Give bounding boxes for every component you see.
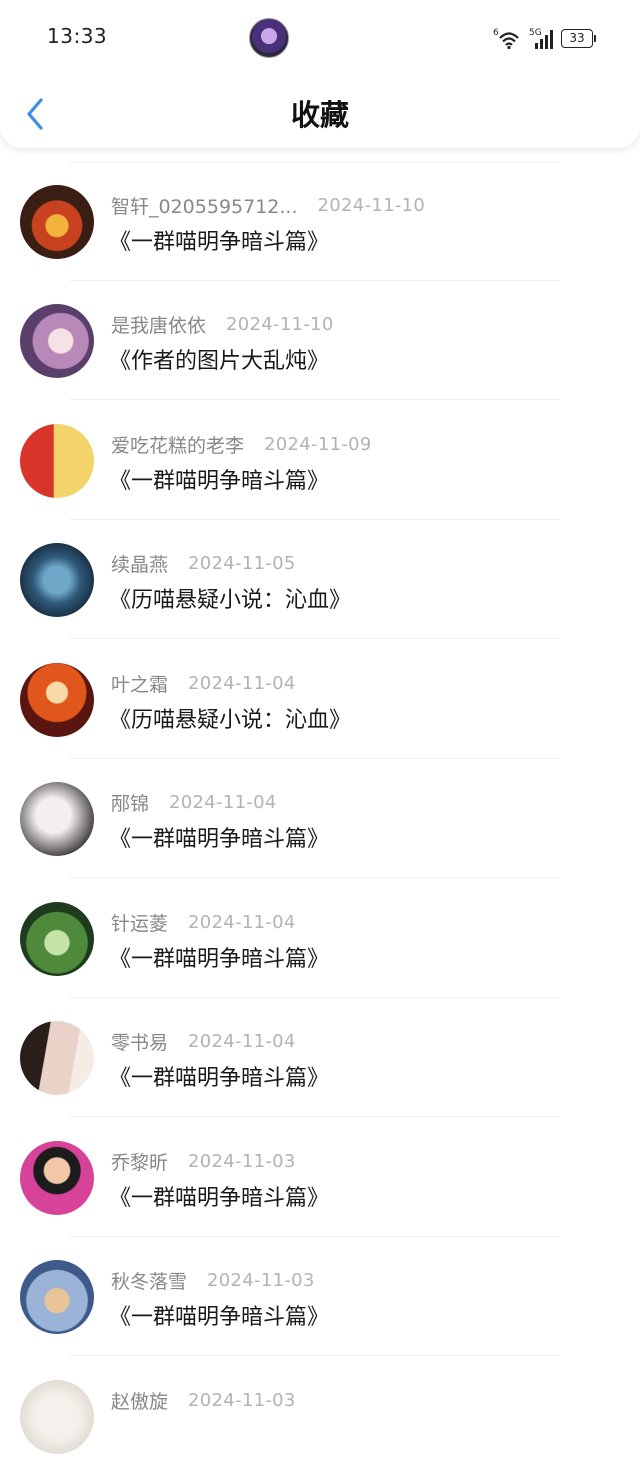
user-name[interactable]: 续晶燕 [111, 550, 168, 577]
user-name[interactable]: 邴锦 [111, 789, 149, 816]
user-name[interactable]: 针运菱 [111, 909, 168, 936]
divider [70, 1116, 560, 1117]
user-name[interactable]: 智轩_0205595712... [111, 192, 298, 219]
date: 2024-11-04 [188, 1030, 296, 1052]
date: 2024-11-10 [226, 313, 334, 335]
date: 2024-11-03 [188, 1389, 296, 1411]
user-name[interactable]: 零书易 [111, 1028, 168, 1055]
user-name[interactable]: 叶之霜 [111, 670, 168, 697]
list-item[interactable]: 秋冬落雪 2024-11-03 《一群喵明争暗斗篇》 [0, 1237, 640, 1356]
work-title[interactable]: 《历喵悬疑小说：沁血》 [109, 702, 351, 734]
avatar[interactable] [20, 902, 94, 976]
work-title[interactable]: 《历喵悬疑小说：沁血》 [109, 582, 351, 614]
avatar[interactable] [20, 424, 94, 498]
avatar[interactable] [20, 1021, 94, 1095]
wifi-icon: 6 [493, 28, 519, 50]
date: 2024-11-04 [188, 672, 296, 694]
list-item[interactable]: 智轩_0205595712... 2024-11-10 《一群喵明争暗斗篇》 [0, 162, 640, 281]
divider [70, 877, 560, 878]
date: 2024-11-10 [317, 194, 426, 216]
avatar[interactable] [20, 185, 94, 259]
date: 2024-11-05 [188, 552, 296, 574]
avatar[interactable] [20, 304, 94, 378]
list-item[interactable]: 是我唐依依 2024-11-10 《作者的图片大乱炖》 [0, 281, 640, 400]
status-time: 13:33 [47, 24, 108, 48]
date: 2024-11-03 [207, 1269, 315, 1291]
battery-level: 33 [561, 28, 593, 48]
battery-icon: 33 [561, 28, 596, 48]
status-icons: 6 5G 33 [493, 22, 596, 54]
avatar[interactable] [20, 1380, 94, 1454]
user-name[interactable]: 乔黎昕 [111, 1148, 168, 1175]
notification-app-icon [249, 18, 289, 58]
avatar[interactable] [20, 1141, 94, 1215]
date: 2024-11-09 [264, 433, 372, 455]
user-name[interactable]: 是我唐依依 [111, 311, 206, 338]
cellular-signal-icon: 5G [529, 28, 553, 49]
work-title[interactable]: 《一群喵明争暗斗篇》 [109, 941, 329, 973]
divider [70, 638, 560, 639]
work-title[interactable]: 《一群喵明争暗斗篇》 [109, 1060, 329, 1092]
list-item[interactable]: 叶之霜 2024-11-04 《历喵悬疑小说：沁血》 [0, 640, 640, 759]
avatar[interactable] [20, 1260, 94, 1334]
avatar[interactable] [20, 663, 94, 737]
divider [70, 1355, 560, 1356]
date: 2024-11-04 [188, 911, 296, 933]
list-item[interactable]: 乔黎昕 2024-11-03 《一群喵明争暗斗篇》 [0, 1118, 640, 1237]
list-item[interactable]: 续晶燕 2024-11-05 《历喵悬疑小说：沁血》 [0, 520, 640, 639]
avatar[interactable] [20, 543, 94, 617]
user-name[interactable]: 爱吃花糕的老李 [111, 431, 244, 458]
avatar[interactable] [20, 782, 94, 856]
page-title: 收藏 [290, 98, 349, 132]
work-title[interactable]: 《作者的图片大乱炖》 [109, 343, 329, 375]
svg-text:5G: 5G [529, 28, 542, 38]
work-title[interactable]: 《一群喵明争暗斗篇》 [109, 1180, 329, 1212]
date: 2024-11-04 [169, 791, 277, 813]
app-header: 13:33 6 5G 33 收藏 [0, 0, 640, 148]
user-name[interactable]: 秋冬落雪 [111, 1267, 187, 1294]
list-item[interactable]: 针运菱 2024-11-04 《一群喵明争暗斗篇》 [0, 879, 640, 998]
divider [70, 399, 560, 400]
user-name[interactable]: 赵傲旋 [111, 1387, 168, 1414]
svg-text:6: 6 [493, 28, 499, 38]
work-title[interactable]: 《一群喵明争暗斗篇》 [109, 463, 329, 495]
list-item[interactable]: 爱吃花糕的老李 2024-11-09 《一群喵明争暗斗篇》 [0, 401, 640, 520]
work-title[interactable]: 《一群喵明争暗斗篇》 [109, 224, 329, 256]
list-item[interactable]: 赵傲旋 2024-11-03 [0, 1357, 640, 1476]
date: 2024-11-03 [188, 1150, 296, 1172]
list-item[interactable]: 邴锦 2024-11-04 《一群喵明争暗斗篇》 [0, 759, 640, 878]
list-item[interactable]: 零书易 2024-11-04 《一群喵明争暗斗篇》 [0, 998, 640, 1117]
work-title[interactable]: 《一群喵明争暗斗篇》 [109, 1299, 329, 1331]
work-title[interactable]: 《一群喵明争暗斗篇》 [109, 821, 329, 853]
